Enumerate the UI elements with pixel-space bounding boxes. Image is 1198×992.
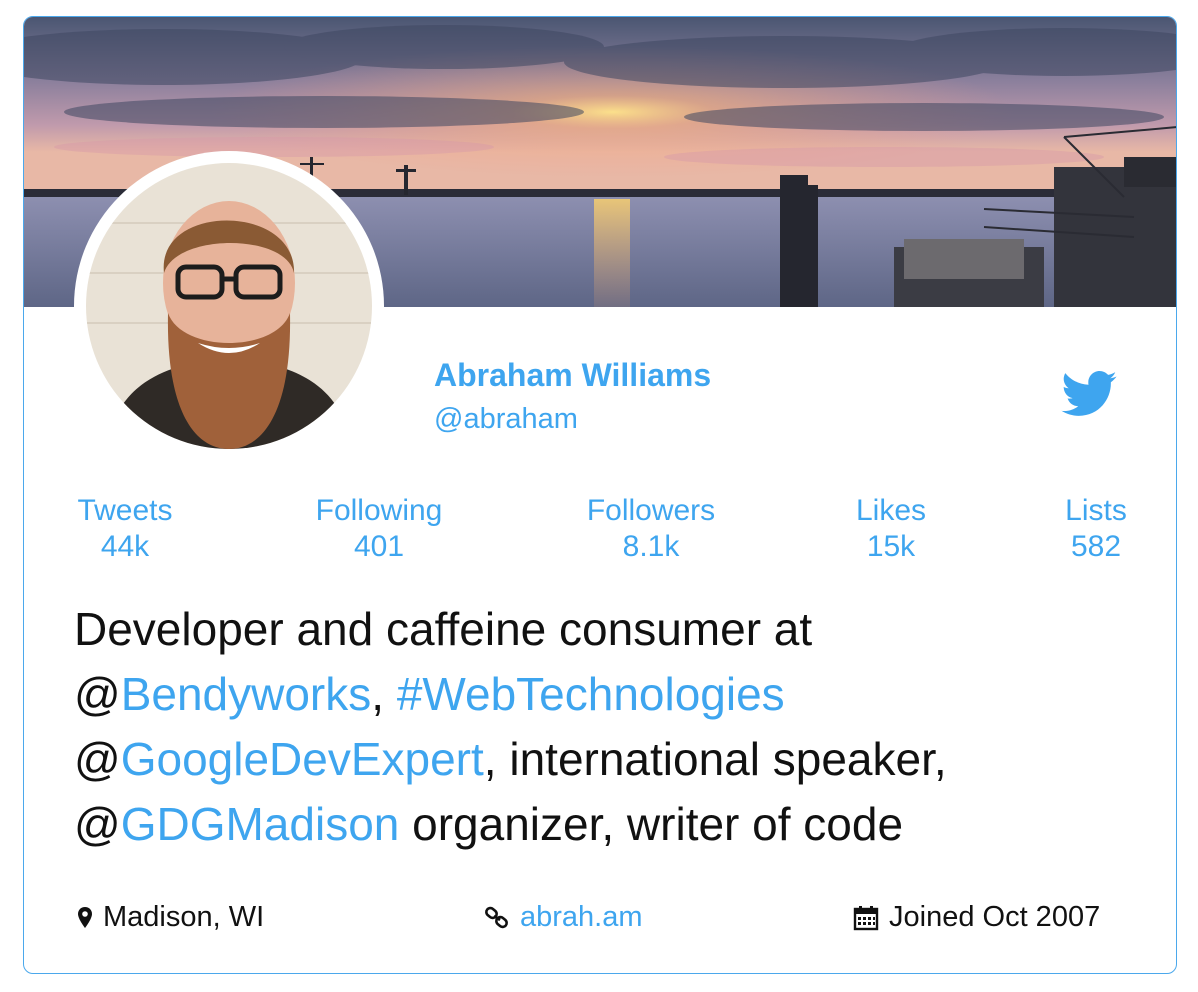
mention-gdgmadison[interactable]: GDGMadison [121,798,400,850]
stat-value: 582 [1070,530,1122,563]
link-icon [485,906,508,928]
stat-followers[interactable]: Followers 8.1k [582,493,720,565]
stat-lists[interactable]: Lists 582 [1060,493,1132,565]
calendar-icon [853,905,879,930]
mention-googledevexpert[interactable]: GoogleDevExpert [121,733,484,785]
stat-value: 401 [353,530,405,563]
bio-at: @ [74,798,121,850]
joined-text: Joined Oct 2007 [889,901,1101,933]
stat-label: Followers [586,494,716,527]
bio-text: Developer and caffeine consumer at [74,603,813,655]
profile-avatar[interactable] [74,151,384,461]
profile-name[interactable]: Abraham Williams [434,357,711,394]
stat-tweets[interactable]: Tweets 44k [74,493,176,565]
map-pin-icon [78,906,92,928]
twitter-bird-icon[interactable] [1061,371,1117,417]
bio-at: @ [74,733,121,785]
profile-joined: Joined Oct 2007 [853,901,1100,934]
bio-text: organizer, writer of code [399,798,904,850]
stat-value: 8.1k [622,530,680,563]
bio-text: , international speaker, [483,733,947,785]
profile-bio: Developer and caffeine consumer at @Bend… [74,597,1154,857]
website-link[interactable]: abrah.am [520,901,643,934]
location-text: Madison, WI [103,901,265,933]
stat-label: Following [315,494,443,527]
mention-bendyworks[interactable]: Bendyworks [121,668,372,720]
avatar-image [86,163,372,449]
bio-text: , [371,668,397,720]
stat-following[interactable]: Following 401 [311,493,447,565]
stat-value: 15k [866,530,916,563]
stat-value: 44k [100,530,150,563]
hashtag-webtechnologies[interactable]: #WebTechnologies [397,668,785,720]
profile-handle[interactable]: @abraham [434,403,578,436]
bio-at: @ [74,668,121,720]
profile-website[interactable]: abrah.am [484,901,643,934]
stat-label: Likes [855,494,927,527]
profile-location: Madison, WI [77,901,264,934]
stat-likes[interactable]: Likes 15k [851,493,931,565]
stat-label: Tweets [77,494,173,527]
stat-label: Lists [1065,494,1127,527]
profile-card: Abraham Williams @abraham Tweets 44k Fol… [23,16,1177,974]
